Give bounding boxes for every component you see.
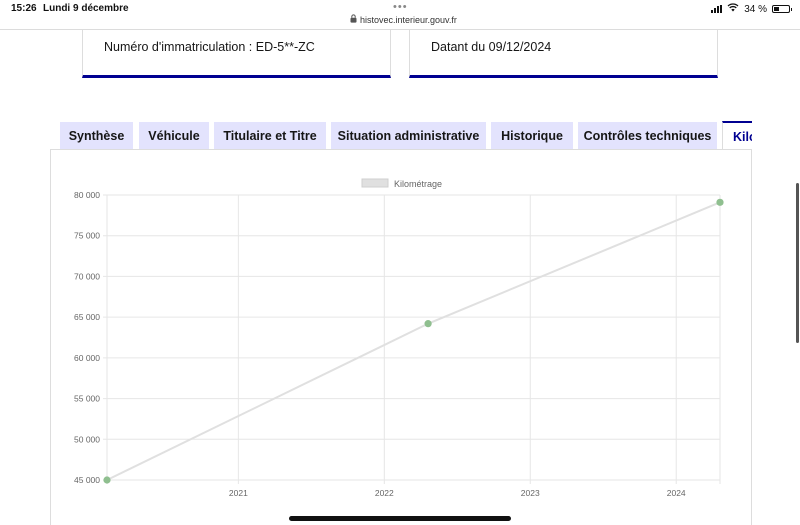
data-point: [716, 198, 724, 206]
y-tick-label: 50 000: [74, 434, 100, 444]
tab-bar: Synthèse Véhicule Titulaire et Titre Sit…: [60, 121, 752, 149]
x-tick-label: 2021: [229, 488, 248, 498]
mileage-chart: Kilométrage 45 000 50 000 55 000 60 000 65 0…: [74, 178, 724, 498]
chart-legend[interactable]: Kilométrage: [361, 178, 442, 189]
data-point: [424, 320, 432, 328]
address-bar[interactable]: histovec.interieur.gouv.fr: [350, 14, 457, 25]
chart-series: [103, 198, 724, 484]
home-indicator[interactable]: [289, 516, 511, 521]
tab-vehicule[interactable]: Véhicule: [139, 122, 209, 149]
status-icons: 34 %: [711, 3, 792, 15]
data-point: [103, 476, 111, 484]
x-axis: 2021 2022 2023 2024: [229, 488, 686, 498]
wifi-icon: [727, 3, 739, 15]
y-tick-label: 45 000: [74, 475, 100, 485]
tab-historique[interactable]: Historique: [491, 122, 573, 149]
tab-controles-techniques[interactable]: Contrôles techniques: [578, 122, 717, 149]
series-line: [106, 201, 721, 481]
y-tick-label: 75 000: [74, 231, 100, 241]
url-text: histovec.interieur.gouv.fr: [360, 14, 457, 25]
date-text: Datant du 09/12/2024: [431, 40, 552, 54]
legend-label: Kilométrage: [394, 179, 442, 189]
cellular-signal-icon: [711, 5, 723, 13]
immatriculation-text: Numéro d'immatriculation : ED-5**-ZC: [104, 40, 315, 54]
x-tick-label: 2024: [667, 488, 686, 498]
x-tick-label: 2023: [521, 488, 540, 498]
y-tick-label: 55 000: [74, 394, 100, 404]
y-tick-label: 60 000: [74, 353, 100, 363]
date-card: Datant du 09/12/2024: [409, 30, 718, 78]
y-tick-label: 80 000: [74, 190, 100, 200]
y-axis: 45 000 50 000 55 000 60 000 65 000 70 000 75 0…: [74, 190, 100, 485]
lock-icon: [350, 14, 357, 25]
clock: 15:26: [11, 3, 37, 14]
y-tick-label: 70 000: [74, 271, 100, 281]
more-dots-icon[interactable]: •••: [393, 1, 408, 13]
tab-kilometrage[interactable]: Kilo: [722, 121, 752, 149]
y-tick-label: 65 000: [74, 312, 100, 322]
tab-titulaire[interactable]: Titulaire et Titre: [214, 122, 326, 149]
tab-situation-administrative[interactable]: Situation administrative: [331, 122, 486, 149]
chart-grid: [103, 194, 721, 484]
status-bar: 15:26 Lundi 9 décembre ••• histovec.inte…: [0, 0, 800, 30]
battery-icon: [772, 5, 792, 13]
x-tick-label: 2022: [375, 488, 394, 498]
tab-synthese[interactable]: Synthèse: [60, 122, 133, 149]
legend-swatch: [361, 178, 389, 188]
battery-percent: 34 %: [744, 3, 767, 15]
immatriculation-card: Numéro d'immatriculation : ED-5**-ZC: [82, 30, 391, 78]
date: Lundi 9 décembre: [43, 3, 129, 14]
chart-panel: Kilométrage 45 000 50 000 55 000 60 000 65 0…: [50, 149, 752, 525]
page-scrollbar[interactable]: [796, 183, 799, 343]
